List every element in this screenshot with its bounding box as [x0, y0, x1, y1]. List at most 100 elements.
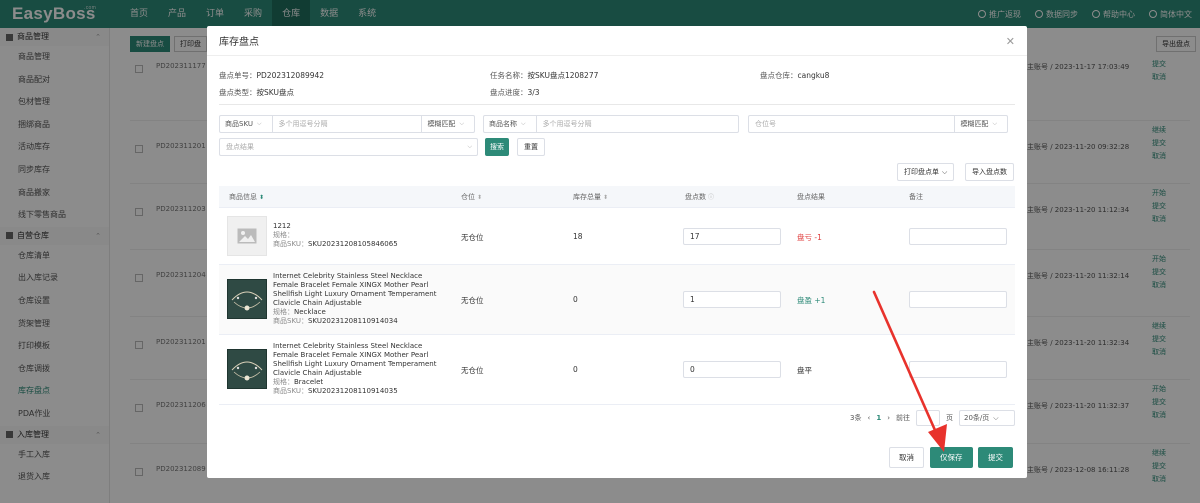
chevron-down-icon: ⌵ — [256, 120, 262, 127]
sku-type-select[interactable]: 商品SKU ⌵ — [220, 116, 273, 132]
name-filter[interactable]: 商品名称 ⌵ 多个用逗号分隔 — [483, 115, 739, 133]
product-image — [227, 349, 267, 389]
close-icon[interactable]: ✕ — [1006, 35, 1015, 48]
product-info: Internet Celebrity Stainless Steel Neckl… — [273, 342, 449, 396]
result-select[interactable]: 盘点结果 — [220, 142, 467, 152]
spec-label: 规格： — [273, 231, 294, 239]
col-location[interactable]: 仓位 ⬍ — [461, 192, 482, 202]
count-input[interactable]: 17 — [683, 227, 781, 245]
search-button[interactable]: 搜索 — [485, 138, 509, 156]
chevron-down-icon: ⌵ — [993, 414, 999, 422]
result-cell: 盘亏 -1 — [797, 232, 822, 242]
modal-header: 库存盘点 — [207, 26, 1027, 56]
col-product-info[interactable]: 商品信息 ⬍ — [229, 192, 264, 202]
note-input[interactable] — [909, 227, 1007, 245]
reset-button[interactable]: 重置 — [517, 138, 545, 156]
stock-total-cell: 18 — [573, 231, 583, 241]
next-page-icon[interactable]: › — [887, 414, 890, 422]
sort-icon[interactable]: ⬍ — [477, 194, 482, 201]
save-only-button[interactable]: 仅保存 — [930, 447, 973, 468]
product-sku: 商品SKU：SKU20231208110914035 — [273, 387, 449, 396]
product-sku: 商品SKU：SKU20231208110914034 — [273, 317, 449, 326]
product-spec: 规格：Bracelet — [273, 378, 449, 387]
col-note: 备注 — [909, 193, 923, 201]
count-input[interactable]: 1 — [683, 291, 781, 308]
spec-label: 规格： — [273, 378, 294, 386]
chevron-down-icon: ⌵ — [467, 143, 472, 150]
sort-icon[interactable]: ⬍ — [603, 194, 608, 201]
sku-value: SKU20231208105846065 — [307, 240, 398, 248]
col-stock-total[interactable]: 库存总量 ⬍ — [573, 192, 608, 202]
result-cell: 盘平 — [797, 366, 812, 375]
chevron-down-icon: ⌵ — [942, 168, 948, 176]
location-cell: 无仓位 — [461, 366, 484, 375]
result-filter[interactable]: 盘点结果 ⌵ — [219, 138, 478, 156]
chevron-down-icon: ⌵ — [521, 120, 526, 127]
result-cell: 盘盈 +1 — [797, 296, 826, 305]
chevron-down-icon: ⌵ — [459, 120, 464, 127]
sku-value: SKU20231208110914035 — [307, 387, 398, 395]
sku-value: SKU20231208110914034 — [307, 317, 398, 325]
goto-label: 前往 — [896, 414, 910, 422]
pagination: 3条 ‹ 1 › 前往 页 20条/页 ⌵ — [850, 410, 1015, 426]
type-info: 盘点类型：按SKU盘点 — [219, 88, 294, 97]
location-input[interactable]: 仓位号 — [749, 119, 954, 129]
stock-total-cell: 0 — [573, 295, 578, 304]
progress-info: 盘点进度：3/3 — [490, 88, 540, 97]
name-input[interactable]: 多个用逗号分隔 — [537, 119, 738, 129]
page-size-select[interactable]: 20条/页 ⌵ — [959, 410, 1015, 426]
table-row: Internet Celebrity Stainless Steel Neckl… — [219, 265, 1015, 335]
goto-page-input[interactable] — [916, 410, 940, 426]
modal-title: 库存盘点 — [219, 37, 259, 48]
product-name[interactable]: Internet Celebrity Stainless Steel Neckl… — [273, 342, 449, 378]
sku-input[interactable]: 多个用逗号分隔 — [273, 119, 422, 129]
location-match-select[interactable]: 模糊匹配 ⌵ — [954, 116, 1007, 132]
stocktake-modal: 库存盘点 ✕ 盘点单号：PD202312089942 任务名称：按SKU盘点12… — [207, 26, 1027, 478]
sort-icon[interactable]: ⬍ — [259, 194, 264, 201]
stock-total-cell: 0 — [573, 365, 578, 374]
product-spec: 规格：Necklace — [273, 308, 449, 317]
goto-suffix: 页 — [946, 414, 953, 422]
task-name-info: 任务名称：按SKU盘点1208277 — [490, 71, 599, 80]
import-count-button[interactable]: 导入盘点数 — [965, 163, 1014, 181]
count-input[interactable]: 0 — [683, 361, 781, 378]
col-count: 盘点数 ⓘ — [685, 193, 715, 201]
note-input[interactable] — [909, 361, 1007, 378]
name-type-select[interactable]: 商品名称 ⌵ — [484, 116, 537, 132]
help-icon[interactable]: ⓘ — [708, 194, 714, 201]
sku-label: 商品SKU： — [273, 240, 308, 248]
location-cell: 无仓位 — [461, 232, 484, 242]
print-stocktake-sheet-button[interactable]: 打印盘点单 ⌵ — [897, 163, 955, 181]
product-info: Internet Celebrity Stainless Steel Neckl… — [273, 272, 449, 326]
page-number[interactable]: 1 — [876, 414, 881, 422]
stocktake-table: 商品信息 ⬍ 仓位 ⬍ 库存总量 ⬍ 盘点数 ⓘ 盘点结果 备注 1212 规格： 商品SK… — [219, 186, 1015, 405]
product-spec: 规格： — [273, 231, 449, 240]
cancel-button[interactable]: 取消 — [889, 447, 924, 468]
col-result: 盘点结果 — [797, 193, 825, 201]
sku-label: 商品SKU： — [273, 317, 308, 325]
total-count: 3条 — [850, 414, 862, 422]
prev-page-icon[interactable]: ‹ — [868, 414, 871, 422]
submit-button[interactable]: 提交 — [978, 447, 1013, 468]
product-info: 1212 规格： 商品SKU：SKU20231208105846065 — [273, 222, 449, 249]
sku-label: 商品SKU： — [273, 387, 308, 395]
divider — [219, 104, 1015, 105]
spec-value: Bracelet — [294, 378, 324, 386]
order-no-info: 盘点单号：PD202312089942 — [219, 71, 325, 80]
spec-value: Necklace — [294, 308, 326, 316]
sku-filter[interactable]: 商品SKU ⌵ 多个用逗号分隔 模糊匹配 ⌵ — [219, 115, 475, 133]
note-input[interactable] — [909, 291, 1007, 308]
spec-label: 规格： — [273, 308, 294, 316]
image-placeholder-icon — [227, 216, 267, 256]
warehouse-info: 盘点仓库：cangku8 — [760, 71, 830, 80]
table-row: Internet Celebrity Stainless Steel Neckl… — [219, 335, 1015, 405]
location-filter[interactable]: 仓位号 模糊匹配 ⌵ — [748, 115, 1008, 133]
table-header: 商品信息 ⬍ 仓位 ⬍ 库存总量 ⬍ 盘点数 ⓘ 盘点结果 备注 — [219, 186, 1015, 208]
product-sku: 商品SKU：SKU20231208105846065 — [273, 240, 449, 249]
product-name[interactable]: 1212 — [273, 222, 449, 231]
sku-match-select[interactable]: 模糊匹配 ⌵ — [421, 116, 474, 132]
product-name[interactable]: Internet Celebrity Stainless Steel Neckl… — [273, 272, 449, 308]
table-row: 1212 规格： 商品SKU：SKU20231208105846065 无仓位 18 17… — [219, 208, 1015, 265]
location-cell: 无仓位 — [461, 296, 484, 305]
chevron-down-icon: ⌵ — [992, 120, 997, 127]
